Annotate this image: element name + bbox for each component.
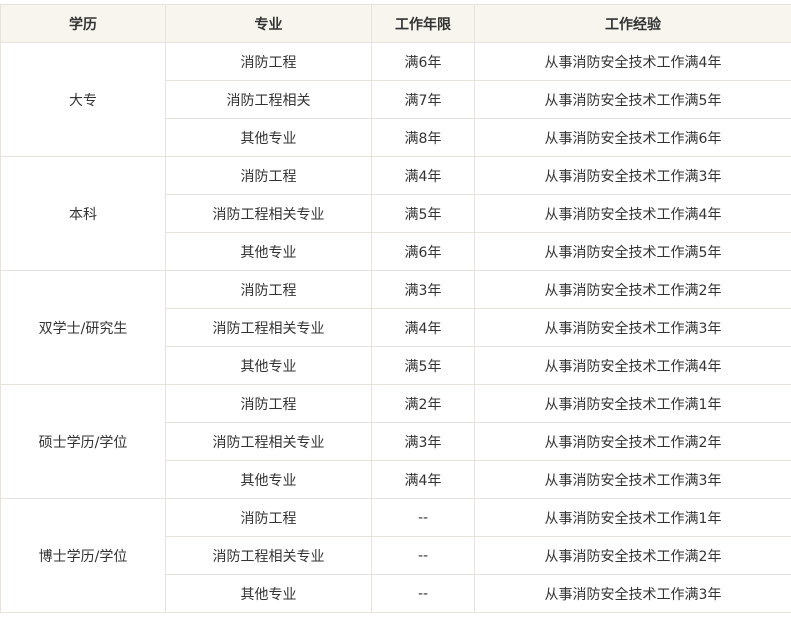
experience-cell: 从事消防安全技术工作满2年 [474, 270, 791, 309]
experience-cell: 从事消防安全技术工作满4年 [474, 346, 791, 385]
major-cell: 其他专业 [165, 346, 372, 385]
years-cell: -- [371, 536, 475, 575]
major-cell: 消防工程相关专业 [165, 536, 372, 575]
degree-cell: 博士学历/学位 [0, 498, 166, 613]
years-cell: 满4年 [371, 308, 475, 347]
table-row: 大专 消防工程 满6年 从事消防安全技术工作满4年 [0, 42, 791, 157]
table-row: 双学士/研究生 消防工程 满3年 从事消防安全技术工作满2年 [0, 270, 791, 385]
major-cell: 消防工程 [165, 270, 372, 309]
table-row: 硕士学历/学位 消防工程 满2年 从事消防安全技术工作满1年 [0, 384, 791, 499]
experience-cell: 从事消防安全技术工作满4年 [474, 42, 791, 81]
table-header: 学历 专业 工作年限 工作经验 [0, 4, 791, 43]
degree-cell: 本科 [0, 156, 166, 271]
years-cell: -- [371, 498, 475, 537]
experience-cell: 从事消防安全技术工作满2年 [474, 422, 791, 461]
major-cell: 消防工程相关 [165, 80, 372, 119]
requirements-table: 学历 专业 工作年限 工作经验 大专 消防工程 满6年 从事消防安全技术工作满4… [0, 4, 791, 613]
experience-cell: 从事消防安全技术工作满3年 [474, 156, 791, 195]
years-cell: 满6年 [371, 42, 475, 81]
years-cell: 满3年 [371, 270, 475, 309]
header-work-experience: 工作经验 [474, 4, 791, 43]
major-cell: 其他专业 [165, 574, 372, 613]
experience-cell: 从事消防安全技术工作满1年 [474, 384, 791, 423]
experience-cell: 从事消防安全技术工作满3年 [474, 308, 791, 347]
years-cell: -- [371, 574, 475, 613]
degree-cell: 大专 [0, 42, 166, 157]
header-row: 学历 专业 工作年限 工作经验 [0, 4, 791, 43]
degree-cell: 硕士学历/学位 [0, 384, 166, 499]
years-cell: 满3年 [371, 422, 475, 461]
years-cell: 满8年 [371, 118, 475, 157]
major-cell: 消防工程 [165, 156, 372, 195]
years-cell: 满4年 [371, 156, 475, 195]
header-major: 专业 [165, 4, 372, 43]
years-cell: 满5年 [371, 194, 475, 233]
table-row: 本科 消防工程 满4年 从事消防安全技术工作满3年 [0, 156, 791, 271]
major-cell: 消防工程 [165, 384, 372, 423]
years-cell: 满5年 [371, 346, 475, 385]
header-degree: 学历 [0, 4, 166, 43]
experience-cell: 从事消防安全技术工作满6年 [474, 118, 791, 157]
major-cell: 消防工程相关专业 [165, 308, 372, 347]
table-row: 博士学历/学位 消防工程 -- 从事消防安全技术工作满1年 [0, 498, 791, 613]
experience-cell: 从事消防安全技术工作满1年 [474, 498, 791, 537]
years-cell: 满4年 [371, 460, 475, 499]
major-cell: 消防工程 [165, 42, 372, 81]
major-cell: 其他专业 [165, 460, 372, 499]
years-cell: 满2年 [371, 384, 475, 423]
header-work-years: 工作年限 [371, 4, 475, 43]
major-cell: 消防工程 [165, 498, 372, 537]
degree-cell: 双学士/研究生 [0, 270, 166, 385]
experience-cell: 从事消防安全技术工作满3年 [474, 574, 791, 613]
major-cell: 其他专业 [165, 232, 372, 271]
experience-cell: 从事消防安全技术工作满5年 [474, 80, 791, 119]
major-cell: 消防工程相关专业 [165, 422, 372, 461]
experience-cell: 从事消防安全技术工作满4年 [474, 194, 791, 233]
experience-cell: 从事消防安全技术工作满5年 [474, 232, 791, 271]
experience-cell: 从事消防安全技术工作满3年 [474, 460, 791, 499]
table-body: 大专 消防工程 满6年 从事消防安全技术工作满4年 消防工程相关 满7年 从事消… [0, 42, 791, 613]
major-cell: 消防工程相关专业 [165, 194, 372, 233]
major-cell: 其他专业 [165, 118, 372, 157]
experience-cell: 从事消防安全技术工作满2年 [474, 536, 791, 575]
years-cell: 满6年 [371, 232, 475, 271]
years-cell: 满7年 [371, 80, 475, 119]
